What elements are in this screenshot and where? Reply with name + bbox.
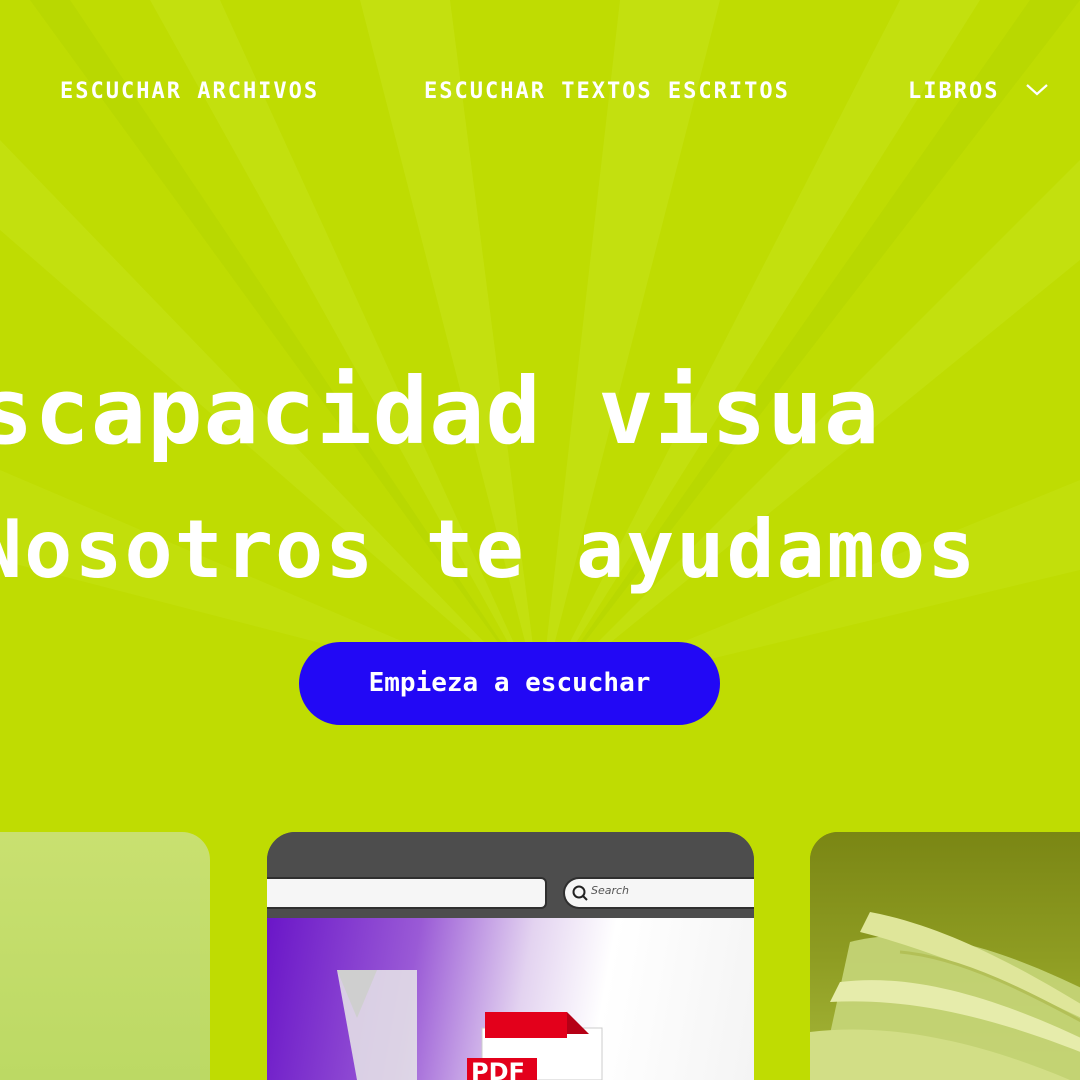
hero-title-line-2: Nosotros te ayudamos xyxy=(0,503,978,596)
search-icon xyxy=(572,885,588,901)
nav-link-escuchar-textos-escritos[interactable]: ESCUCHAR TEXTOS ESCRITOS xyxy=(424,78,790,106)
search-placeholder-text: Search xyxy=(591,884,630,897)
browser-toolbar-illustration: Search xyxy=(267,832,754,918)
open-book-image xyxy=(810,832,1080,1080)
chevron-down-icon xyxy=(1025,84,1048,96)
feature-card-pdf[interactable]: Search PDF xyxy=(267,832,754,1080)
address-bar-illustration xyxy=(267,877,547,909)
nav-link-escuchar-archivos[interactable]: ESCUCHAR ARCHIVOS xyxy=(60,78,319,106)
pdf-illustration: PDF xyxy=(267,918,754,1080)
pdf-file-icon: PDF xyxy=(337,970,603,1080)
pdf-badge-text: PDF xyxy=(471,1058,525,1080)
nav-dropdown-libros[interactable]: LIBROS xyxy=(908,78,1049,106)
feature-card-books[interactable] xyxy=(810,832,1080,1080)
search-field-illustration: Search xyxy=(563,877,754,909)
start-listening-button[interactable]: Empieza a escuchar xyxy=(299,642,720,725)
nav-dropdown-libros-label: LIBROS xyxy=(908,79,1000,104)
hero-title-line-1: scapacidad visua xyxy=(0,358,881,465)
feature-card-left[interactable] xyxy=(0,832,210,1080)
